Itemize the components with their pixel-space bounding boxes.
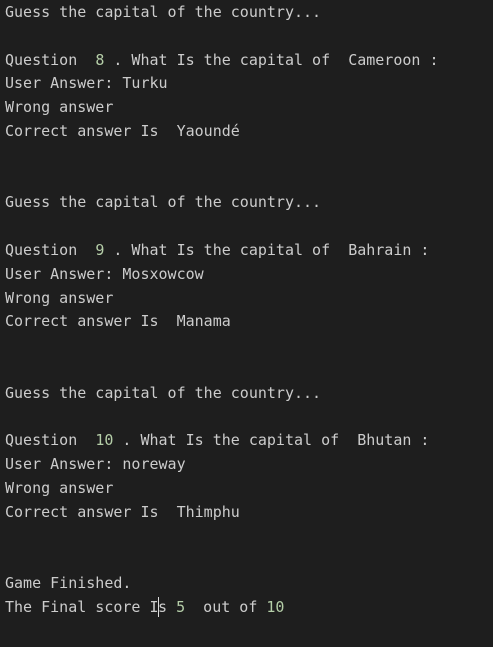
terminal-output[interactable]: Guess the capital of the country... Ques…: [0, 0, 493, 647]
result-line: Wrong answer: [5, 288, 114, 307]
final-score-total: 10: [266, 597, 285, 616]
question-country: Bahrain: [348, 240, 412, 259]
user-answer-value: noreway: [122, 455, 186, 474]
question-number: 8: [95, 50, 105, 69]
correct-answer-label: Correct answer Is: [5, 121, 177, 140]
result-line: Wrong answer: [5, 98, 114, 117]
user-answer-value: Turku: [122, 74, 168, 93]
user-answer-label: User Answer:: [5, 455, 123, 474]
final-score-value: 5: [176, 597, 186, 616]
question-prefix: Question: [5, 50, 96, 69]
final-score-line: The Final score Is 5 out of 10: [5, 596, 493, 620]
question-number: 9: [95, 240, 105, 259]
question-line: Question 9 . What Is the capital of Bahr…: [5, 239, 493, 263]
correct-answer-value: Thimphu: [176, 502, 240, 521]
user-answer-line: User Answer: Mosxowcow: [5, 263, 493, 287]
game-finished-line: Game Finished.: [5, 574, 132, 593]
correct-answer-line: Correct answer Is Manama: [5, 310, 493, 334]
question-prefix: Question: [5, 431, 96, 450]
question-line: Question 10 . What Is the capital of Bhu…: [5, 429, 493, 453]
correct-answer-line: Correct answer Is Yaoundé: [5, 120, 493, 144]
guess-prompt: Guess the capital of the country...: [5, 193, 322, 212]
question-text: . What Is the capital of: [104, 240, 349, 259]
question-suffix: :: [411, 240, 430, 259]
correct-answer-line: Correct answer Is Thimphu: [5, 501, 493, 525]
correct-answer-value: Yaoundé: [176, 121, 240, 140]
final-score-text-a: The Final score I: [5, 597, 159, 616]
correct-answer-label: Correct answer Is: [5, 502, 177, 521]
user-answer-line: User Answer: Turku: [5, 72, 493, 96]
correct-answer-label: Correct answer Is: [5, 312, 177, 331]
question-text: . What Is the capital of: [104, 50, 349, 69]
user-answer-line: User Answer: noreway: [5, 453, 493, 477]
question-country: Cameroon: [348, 50, 421, 69]
question-number: 10: [95, 431, 114, 450]
user-answer-label: User Answer:: [5, 74, 123, 93]
guess-prompt: Guess the capital of the country...: [5, 3, 322, 21]
question-prefix: Question: [5, 240, 96, 259]
result-line: Wrong answer: [5, 478, 114, 497]
question-suffix: :: [411, 431, 430, 450]
question-line: Question 8 . What Is the capital of Came…: [5, 49, 493, 73]
correct-answer-value: Manama: [176, 312, 231, 331]
final-score-mid: out of: [185, 597, 267, 616]
question-country: Bhutan: [357, 431, 412, 450]
final-score-text-b: s: [158, 597, 177, 616]
question-suffix: :: [420, 50, 439, 69]
user-answer-value: Mosxowcow: [122, 264, 204, 283]
question-text: . What Is the capital of: [113, 431, 358, 450]
user-answer-label: User Answer:: [5, 264, 123, 283]
guess-prompt: Guess the capital of the country...: [5, 383, 322, 402]
